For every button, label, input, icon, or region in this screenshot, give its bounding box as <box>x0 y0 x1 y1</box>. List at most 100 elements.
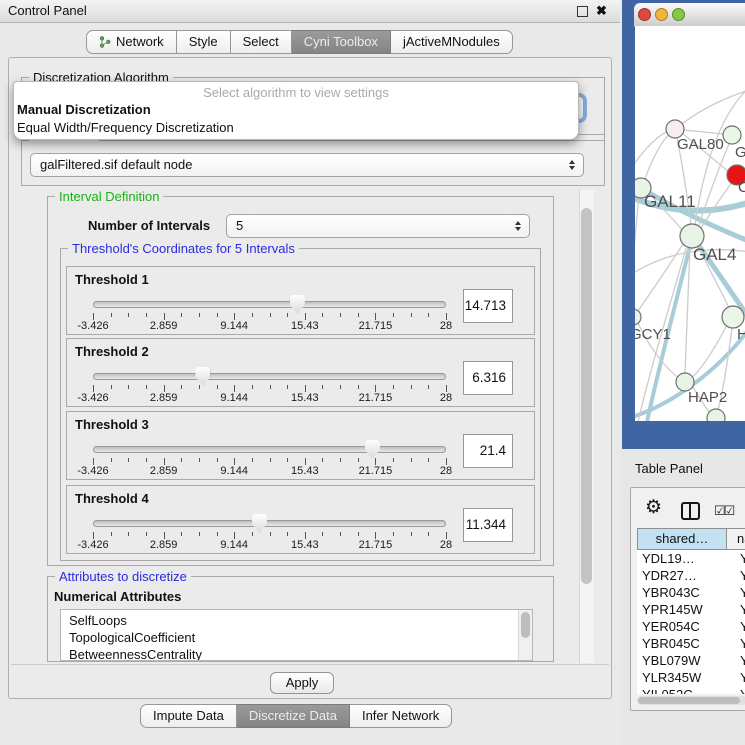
tick-mark <box>375 458 376 465</box>
cell-shared-name[interactable]: YER054C <box>637 618 727 635</box>
network-node[interactable] <box>635 309 641 325</box>
cell-shared-name[interactable]: YBR043C <box>637 584 727 601</box>
cell-name[interactable]: YBR0 <box>727 635 745 652</box>
slider-track[interactable] <box>93 301 446 308</box>
slider-thumb[interactable] <box>195 367 210 386</box>
list-scrollbar-thumb[interactable] <box>521 612 530 638</box>
tick-mark <box>128 313 129 317</box>
vertical-scrollbar-thumb[interactable] <box>581 208 592 584</box>
tab-cyni-toolbox[interactable]: Cyni Toolbox <box>292 30 391 54</box>
cell-shared-name[interactable]: YIL052C <box>637 686 727 694</box>
vertical-scrollbar[interactable] <box>579 190 594 663</box>
network-window-titlebar[interactable] <box>634 3 745 27</box>
column-header-shared-name[interactable]: shared… <box>637 528 727 550</box>
network-node[interactable] <box>707 409 725 421</box>
cell-shared-name[interactable]: YBR045C <box>637 635 727 652</box>
table-row[interactable]: YER054CYER0 <box>637 618 745 635</box>
cell-name[interactable]: YLR3 <box>727 669 745 686</box>
network-edge[interactable] <box>682 89 745 124</box>
cell-name[interactable]: YER0 <box>727 618 745 635</box>
attribute-item[interactable]: TopologicalCoefficient <box>61 629 518 646</box>
split-columns-icon[interactable] <box>681 502 700 520</box>
tick-mark <box>181 458 182 462</box>
slider-tick-labels: -3.426 2.859 9.144 15.43 21.715 28 <box>93 392 446 404</box>
table-row[interactable]: YIL052CYIL0 <box>637 686 745 694</box>
cell-shared-name[interactable]: YDL19… <box>637 550 727 567</box>
slider-thumb[interactable] <box>365 440 380 459</box>
tick-mark <box>428 313 429 317</box>
tick-mark <box>340 458 341 462</box>
cell-name[interactable]: YBL0 <box>727 652 745 669</box>
network-edge[interactable] <box>635 131 668 172</box>
threshold-value-field[interactable]: 6.316 <box>463 361 513 395</box>
zoom-traffic-light[interactable] <box>672 8 685 21</box>
tab-jactivemnodules[interactable]: jActiveMNodules <box>391 30 513 54</box>
top-tab-strip: Network Style Select Cyni Toolbox jActiv… <box>86 30 513 54</box>
network-canvas[interactable]: GAL80GACGAL11GAL4GCY1HHAP2 <box>635 26 745 421</box>
dropdown-item-manual-discretization[interactable]: Manual Discretization <box>17 101 151 118</box>
table-data-combobox[interactable]: galFiltered.sif default node <box>30 153 584 177</box>
table-row[interactable]: YDL19…YDL1 <box>637 550 745 567</box>
checkboxes-icon[interactable]: ☑☑ <box>714 503 733 519</box>
cell-shared-name[interactable]: YDR27… <box>637 567 727 584</box>
float-window-icon[interactable] <box>577 6 588 17</box>
gear-icon[interactable]: ⚙ <box>645 497 662 519</box>
tick-mark <box>270 313 271 317</box>
slider-track[interactable] <box>93 446 446 453</box>
tab-impute-data[interactable]: Impute Data <box>140 704 237 728</box>
tab-network[interactable]: Network <box>86 30 177 54</box>
network-node[interactable] <box>722 306 744 328</box>
tick-mark <box>181 532 182 536</box>
network-edge[interactable] <box>635 198 639 296</box>
close-traffic-light[interactable] <box>638 8 651 21</box>
number-of-intervals-combobox[interactable]: 5 <box>226 214 530 238</box>
slider-thumb[interactable] <box>290 295 305 314</box>
close-icon[interactable]: ✖ <box>596 2 607 20</box>
slider-track[interactable] <box>93 520 446 527</box>
table-row[interactable]: YDR27…YDR2 <box>637 567 745 584</box>
cell-name[interactable]: YBR0 <box>727 584 745 601</box>
network-edge[interactable] <box>684 130 724 134</box>
apply-button[interactable]: Apply <box>270 672 334 694</box>
tick-mark <box>411 385 412 389</box>
cell-name[interactable]: YDR2 <box>727 567 745 584</box>
cell-name[interactable]: YIL0 <box>727 686 745 694</box>
tab-style[interactable]: Style <box>177 30 231 54</box>
tick-mark <box>428 458 429 462</box>
table-row[interactable]: YBL079WYBL0 <box>637 652 745 669</box>
attributes-to-discretize-group: Attributes to discretize Numerical Attri… <box>47 576 554 662</box>
list-scrollbar[interactable] <box>518 610 532 660</box>
network-node-label: H <box>737 326 745 343</box>
tab-infer-network[interactable]: Infer Network <box>350 704 452 728</box>
dropdown-item-equal-width-frequency[interactable]: Equal Width/Frequency Discretization <box>17 119 234 136</box>
cell-shared-name[interactable]: YPR145W <box>637 601 727 618</box>
tick-mark <box>93 385 94 392</box>
column-header-name[interactable]: na <box>727 528 745 550</box>
table-row[interactable]: YLR345WYLR3 <box>637 669 745 686</box>
threshold-value-field[interactable]: 11.344 <box>463 508 513 542</box>
horizontal-scrollbar-thumb[interactable] <box>638 697 740 704</box>
tab-discretize-data[interactable]: Discretize Data <box>237 704 350 728</box>
tick-mark <box>446 385 447 392</box>
table-row[interactable]: YBR045CYBR0 <box>637 635 745 652</box>
slider-track[interactable] <box>93 373 446 380</box>
combo-arrows-icon <box>569 160 575 170</box>
cell-name[interactable]: YPR1 <box>727 601 745 618</box>
slider-thumb[interactable] <box>252 514 267 533</box>
cell-shared-name[interactable]: YBL079W <box>637 652 727 669</box>
cell-name[interactable]: YDL1 <box>727 550 745 567</box>
network-edge[interactable] <box>645 136 668 179</box>
network-node-label: GAL4 <box>693 245 736 264</box>
cell-shared-name[interactable]: YLR345W <box>637 669 727 686</box>
threshold-value-field[interactable]: 21.4 <box>463 434 513 468</box>
minimize-traffic-light[interactable] <box>655 8 668 21</box>
attribute-item[interactable]: BetweennessCentrality <box>61 646 518 661</box>
dropdown-placeholder-item[interactable]: Select algorithm to view settings <box>14 84 578 101</box>
attribute-item[interactable]: SelfLoops <box>61 612 518 629</box>
threshold-value-field[interactable]: 14.713 <box>463 289 513 323</box>
tab-select[interactable]: Select <box>231 30 292 54</box>
network-node[interactable] <box>723 126 741 144</box>
table-row[interactable]: YBR043CYBR0 <box>637 584 745 601</box>
table-row[interactable]: YPR145WYPR1 <box>637 601 745 618</box>
horizontal-scrollbar[interactable] <box>637 696 745 705</box>
